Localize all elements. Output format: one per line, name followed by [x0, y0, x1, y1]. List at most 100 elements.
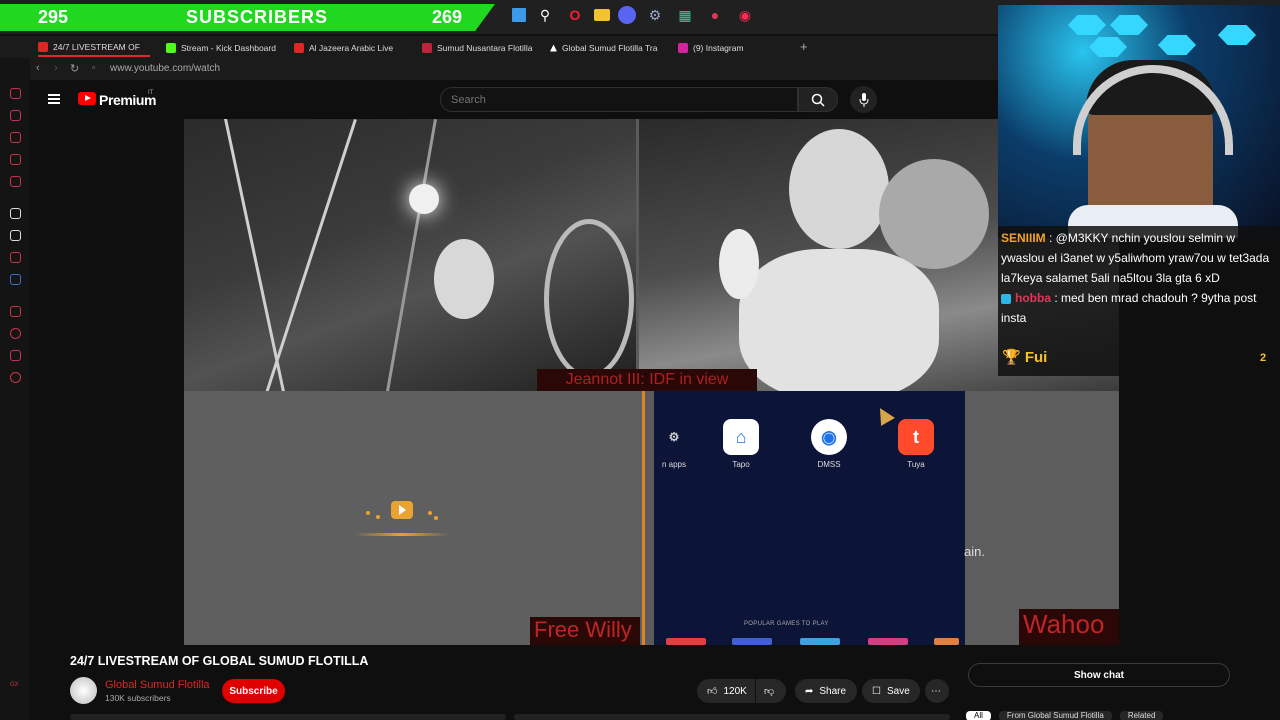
tab-livestream[interactable]: 24/7 LIVESTREAM OF [38, 39, 150, 57]
popular-games-label: POPULAR GAMES TO PLAY [744, 621, 829, 627]
raised-hand [719, 229, 759, 299]
app-all: ⚙ n apps [654, 419, 694, 469]
back-icon[interactable]: ‹ [36, 62, 40, 74]
tracker-tab-icon [550, 44, 557, 52]
channel-avatar[interactable] [70, 677, 97, 704]
pinned-count: 2 [1260, 352, 1267, 364]
youtube-tab-icon [294, 43, 304, 53]
sidebar-icon-2[interactable] [10, 110, 21, 121]
subscribe-button[interactable]: Subscribe [222, 679, 285, 703]
more-button[interactable]: ⋯ [925, 679, 949, 703]
play-icon [391, 501, 413, 519]
chip-related[interactable]: Related [1119, 711, 1164, 720]
more-icon: ⋯ [931, 685, 941, 697]
voice-search-button[interactable] [850, 86, 877, 113]
tab-label: Al Jazeera Arabic Live [309, 43, 394, 53]
description-box[interactable] [70, 714, 506, 720]
chip-from-channel[interactable]: From Global Sumud Flotilla [998, 711, 1112, 720]
related-chips: All From Global Sumud Flotilla Related [966, 711, 1164, 720]
tab-label: Stream - Kick Dashboard [181, 43, 276, 53]
subscriber-counter-overlay: 295 SUBSCRIBERS 269 [0, 4, 495, 31]
location-pin-icon[interactable]: ● [704, 4, 726, 26]
instagram-tab-icon [678, 43, 688, 53]
camera-feed-left [184, 119, 636, 391]
search-icon [811, 93, 825, 107]
ai-icon[interactable] [10, 208, 21, 219]
search-icon[interactable]: ⚲ [534, 4, 556, 26]
sidebar-icon-7[interactable] [10, 350, 21, 361]
gx-icon[interactable]: GX [10, 682, 21, 693]
region-code: IT [148, 90, 154, 96]
channel-name[interactable]: Global Sumud Flotilla [105, 679, 210, 691]
forward-icon[interactable]: › [54, 62, 58, 74]
spark [428, 511, 432, 515]
url-field[interactable]: www.youtube.com/watch [110, 63, 220, 74]
chip-all[interactable]: All [966, 711, 991, 720]
light-glare [409, 184, 439, 214]
tab-sumud-nusantara[interactable]: Sumud Nusantara Flotilla [422, 39, 538, 57]
comment-box[interactable] [514, 714, 950, 720]
tab-global-sumud[interactable]: Global Sumud Flotilla Tra [550, 39, 662, 57]
game-thumb [868, 638, 908, 645]
sidebar-icon-4[interactable] [10, 154, 21, 165]
sidebar-icon-5[interactable] [10, 176, 21, 187]
screen: 295 SUBSCRIBERS 269 ⚲ O ⚙ ▦ ● ◉ GX 24/7 … [0, 0, 1280, 720]
menu-icon[interactable] [48, 94, 60, 104]
clock-icon[interactable] [10, 328, 21, 339]
game-thumb [934, 638, 959, 645]
sidebar-icon-6[interactable] [10, 306, 21, 317]
terminal-icon[interactable]: ▦ [674, 4, 696, 26]
badge-icon [1001, 293, 1011, 304]
dislike-button[interactable]: 👎︎ [756, 679, 786, 703]
new-tab-button[interactable]: + [800, 39, 808, 54]
game-thumb [732, 638, 772, 645]
windows-start-icon[interactable] [512, 8, 526, 22]
app-tuya: t Tuya [896, 419, 936, 469]
thumbs-down-icon: 👎︎ [764, 686, 775, 697]
hex-light [1158, 35, 1196, 55]
tab-label: (9) Instagram [693, 43, 744, 53]
reload-icon[interactable]: ↻ [70, 62, 79, 75]
shield-icon[interactable] [10, 274, 21, 285]
thumbs-up-icon: 👍︎ [707, 686, 718, 697]
like-button[interactable]: 👍︎ 120K [697, 679, 755, 703]
tab-al-jazeera[interactable]: Al Jazeera Arabic Live [294, 39, 406, 57]
show-chat-button[interactable]: Show chat [968, 663, 1230, 687]
share-button[interactable]: ➦ Share [795, 679, 857, 703]
video-player[interactable]: Jeannot III: IDF in view ⚙ n apps ⌂ Tapo [184, 119, 1119, 645]
sidebar-icon-3[interactable] [10, 132, 21, 143]
save-button[interactable]: ☐ Save [862, 679, 920, 703]
steering-wheel [544, 219, 634, 379]
hex-light [1218, 25, 1256, 45]
opera-gx-icon[interactable]: ◉ [734, 4, 756, 26]
youtube-logo-icon[interactable] [78, 92, 96, 105]
tab-label: 24/7 LIVESTREAM OF [53, 42, 140, 52]
share-icon: ➦ [805, 685, 814, 697]
steam-icon[interactable]: ⚙ [644, 4, 666, 26]
game-thumb [666, 638, 706, 645]
opera-icon[interactable]: O [564, 4, 586, 26]
discord-icon[interactable] [618, 6, 636, 24]
subscriber-count: 130K subscribers [105, 693, 171, 703]
sidebar-icon-1[interactable] [10, 88, 21, 99]
hex-light [1068, 15, 1106, 35]
app-tapo: ⌂ Tapo [721, 419, 761, 469]
search-button[interactable] [798, 87, 838, 112]
app-label: DMSS [817, 460, 841, 469]
x-twitter-icon[interactable] [10, 230, 21, 241]
streamer-webcam [998, 5, 1280, 238]
spark [434, 516, 438, 520]
tab-label: Sumud Nusantara Flotilla [437, 43, 533, 53]
settings-icon[interactable] [10, 372, 21, 383]
youtube-sidebar-icon[interactable] [10, 252, 21, 263]
tab-instagram[interactable]: (9) Instagram [678, 39, 778, 57]
chat-message: SENIIIM : @M3KKY nchin youslou selmin w … [1001, 228, 1277, 288]
rigging-line [381, 119, 437, 391]
spark [376, 515, 380, 519]
like-count: 120K [723, 685, 747, 697]
side-panel [965, 391, 1119, 645]
share-label: Share [819, 685, 847, 697]
tab-kick[interactable]: Stream - Kick Dashboard [166, 39, 282, 57]
folder-icon[interactable] [594, 9, 610, 21]
search-input[interactable] [441, 88, 797, 112]
